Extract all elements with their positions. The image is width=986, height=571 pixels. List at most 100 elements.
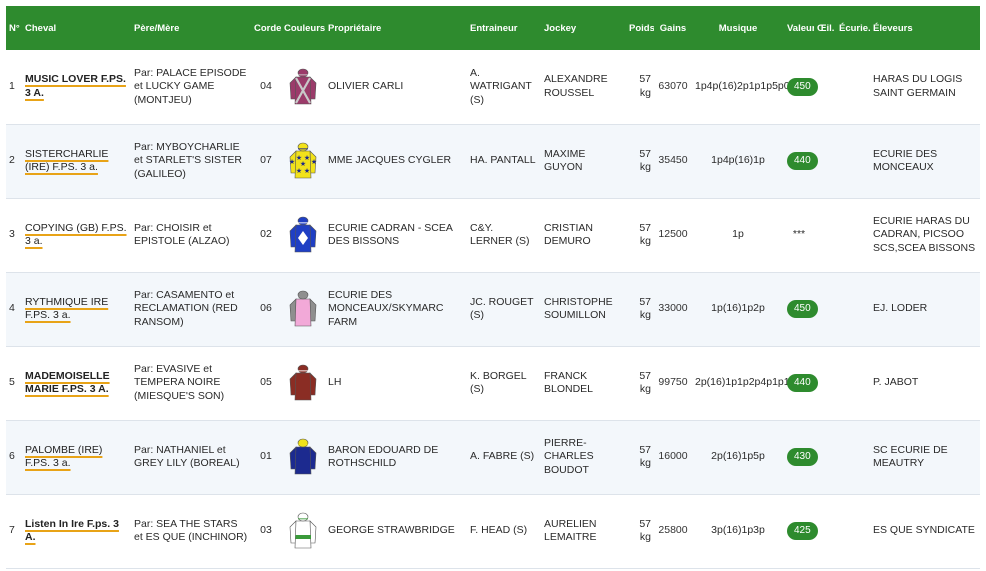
eleveurs: EJ. LODER (873, 302, 928, 315)
jockey: CRISTIAN DEMURO (544, 221, 594, 248)
gains: 33000 (658, 302, 688, 315)
silk-cell (281, 346, 325, 420)
poids: 57 kg (639, 443, 651, 470)
header-pere-mere: Père/Mère (134, 22, 180, 34)
poids: 57 kg (639, 517, 651, 544)
valeur-cell: 450 (784, 50, 818, 124)
eleveurs: ES QUE SYNDICATE (873, 524, 975, 537)
header-valeur[interactable]: Valeur (784, 6, 814, 50)
header-gains[interactable]: Gains (654, 6, 692, 50)
runner-number: 5 (9, 376, 15, 389)
silk-cell (281, 50, 325, 124)
header-corde[interactable]: Corde (251, 6, 281, 50)
jockey: CHRISTOPHE SOUMILLON (544, 295, 613, 322)
ecurie (836, 50, 870, 124)
jockey: MAXIME GUYON (544, 147, 586, 174)
svg-text:★: ★ (296, 167, 302, 175)
silk-cell (281, 198, 325, 272)
header-couleurs: Couleurs (284, 22, 325, 34)
corde: 02 (260, 228, 272, 241)
table-row: 4 RYTHMIQUE IRE F.PS. 3 a. Par: CASAMENTO … (6, 272, 980, 346)
horse-name-link[interactable]: SISTERCHARLIE (IRE) F.PS. 3 a. (25, 148, 108, 174)
horse-name-link[interactable]: COPYING (GB) F.PS. 3 a. (25, 222, 127, 248)
header-oeil: Œil. (817, 22, 835, 34)
table-row: 2 SISTERCHARLIE (IRE) F.PS. 3 a. Par: MYBO… (6, 124, 980, 198)
entraineur: K. BORGEL (S) (470, 369, 527, 396)
silk-cell: ★ ★ ★ ★ ★ ★ ★ (281, 124, 325, 198)
runner-number: 4 (9, 302, 15, 315)
gains: 25800 (658, 524, 688, 537)
header-cheval[interactable]: Cheval (22, 6, 131, 50)
gains: 12500 (658, 228, 688, 241)
proprietaire: MME JACQUES CYGLER (328, 154, 452, 167)
valeur-badge: 425 (787, 522, 818, 540)
entraineur: C&Y. LERNER (S) (470, 221, 530, 248)
pedigree: Par: NATHANIEL et GREY LILY (BOREAL) (134, 443, 240, 470)
musique: 2p(16)1p1p2p4p1p1p2p2 (695, 376, 813, 389)
runner-number: 1 (9, 80, 15, 92)
corde: 07 (260, 154, 272, 167)
jockey-silk-icon (289, 512, 317, 549)
corde: 06 (260, 302, 272, 315)
horse-name-link[interactable]: RYTHMIQUE IRE F.PS. 3 a. (25, 296, 108, 322)
corde: 03 (260, 524, 272, 537)
cheval-cell: SISTERCHARLIE (IRE) F.PS. 3 a. (22, 124, 131, 198)
cheval-cell: COPYING (GB) F.PS. 3 a. (22, 198, 131, 272)
jockey-silk-icon (289, 290, 317, 327)
runner-number: 2 (9, 154, 15, 167)
pedigree: Par: CASAMENTO et RECLAMATION (RED RANSO… (134, 288, 238, 328)
ecurie (836, 420, 870, 494)
gains: 99750 (658, 376, 688, 389)
silk-cell (281, 494, 325, 568)
valeur-badge: 450 (787, 300, 818, 318)
header-num: N° (9, 22, 20, 34)
musique: 1p (732, 228, 744, 241)
cheval-cell: MADEMOISELLE MARIE F.PS. 3 A. (22, 346, 131, 420)
ecurie (836, 198, 870, 272)
header-ecurie: Écurie. (839, 22, 870, 34)
proprietaire: ECURIE DES MONCEAUX/SKYMARC FARM (328, 288, 444, 328)
oeil (814, 198, 836, 272)
proprietaire: LH (328, 376, 342, 389)
proprietaire: GEORGE STRAWBRIDGE (328, 524, 455, 537)
musique: 1p4p(16)1p (711, 154, 765, 167)
silk-cell (281, 420, 325, 494)
header-musique: Musique (718, 22, 758, 34)
jockey: PIERRE-CHARLES BOUDOT (544, 436, 594, 476)
svg-text:★: ★ (304, 167, 310, 175)
corde: 04 (260, 80, 272, 92)
ecurie (836, 272, 870, 346)
valeur-cell: 440 (784, 124, 818, 198)
horse-name-link[interactable]: PALOMBE (IRE) F.PS. 3 a. (25, 444, 102, 470)
jockey-silk-icon: ★ ★★★ ★★ ★ (289, 142, 317, 179)
pedigree: Par: SEA THE STARS et ES QUE (INCHINOR) (134, 517, 248, 544)
jockey: ALEXANDRE ROUSSEL (544, 73, 608, 99)
valeur-cell: 425 (784, 494, 818, 568)
jockey: AURELIEN LEMAITRE (544, 517, 597, 544)
gains: 63070 (658, 80, 688, 92)
entraineur: A. FABRE (S) (470, 450, 535, 463)
table-row: 7 Listen In Ire F.ps. 3 A. Par: SEA THE ST… (6, 494, 980, 568)
header-entraineur: Entraineur (470, 22, 518, 34)
musique: 1p4p(16)2p1p1p5p0p (695, 80, 796, 92)
valeur-cell: 430 (784, 420, 818, 494)
runners-table: N° Cheval Père/Mère Corde Couleurs Propr… (6, 6, 980, 569)
jockey-silk-icon (289, 438, 317, 475)
horse-name-link[interactable]: MUSIC LOVER F.PS. 3 A. (25, 73, 126, 99)
table-header-row: N° Cheval Père/Mère Corde Couleurs Propr… (6, 6, 980, 50)
jockey-silk-icon (289, 68, 317, 105)
proprietaire: ECURIE CADRAN - SCEA DES BISSONS (328, 221, 453, 248)
pedigree: Par: CHOISIR et EPISTOLE (ALZAO) (134, 221, 230, 248)
eleveurs: SC ECURIE DE MEAUTRY (873, 443, 948, 470)
eleveurs: ECURIE HARAS DU CADRAN, PICSOO SCS,SCEA … (873, 214, 976, 254)
entraineur: HA. PANTALL (470, 154, 536, 167)
horse-name-link[interactable]: MADEMOISELLE MARIE F.PS. 3 A. (25, 370, 110, 396)
header-poids[interactable]: Poids (626, 6, 654, 50)
corde: 01 (260, 450, 272, 463)
musique: 2p(16)1p5p (711, 450, 765, 463)
ecurie (836, 124, 870, 198)
valeur-badge: 450 (787, 77, 818, 96)
horse-name-link[interactable]: Listen In Ire F.ps. 3 A. (25, 518, 119, 544)
cheval-cell: Listen In Ire F.ps. 3 A. (22, 494, 131, 568)
ecurie (836, 346, 870, 420)
